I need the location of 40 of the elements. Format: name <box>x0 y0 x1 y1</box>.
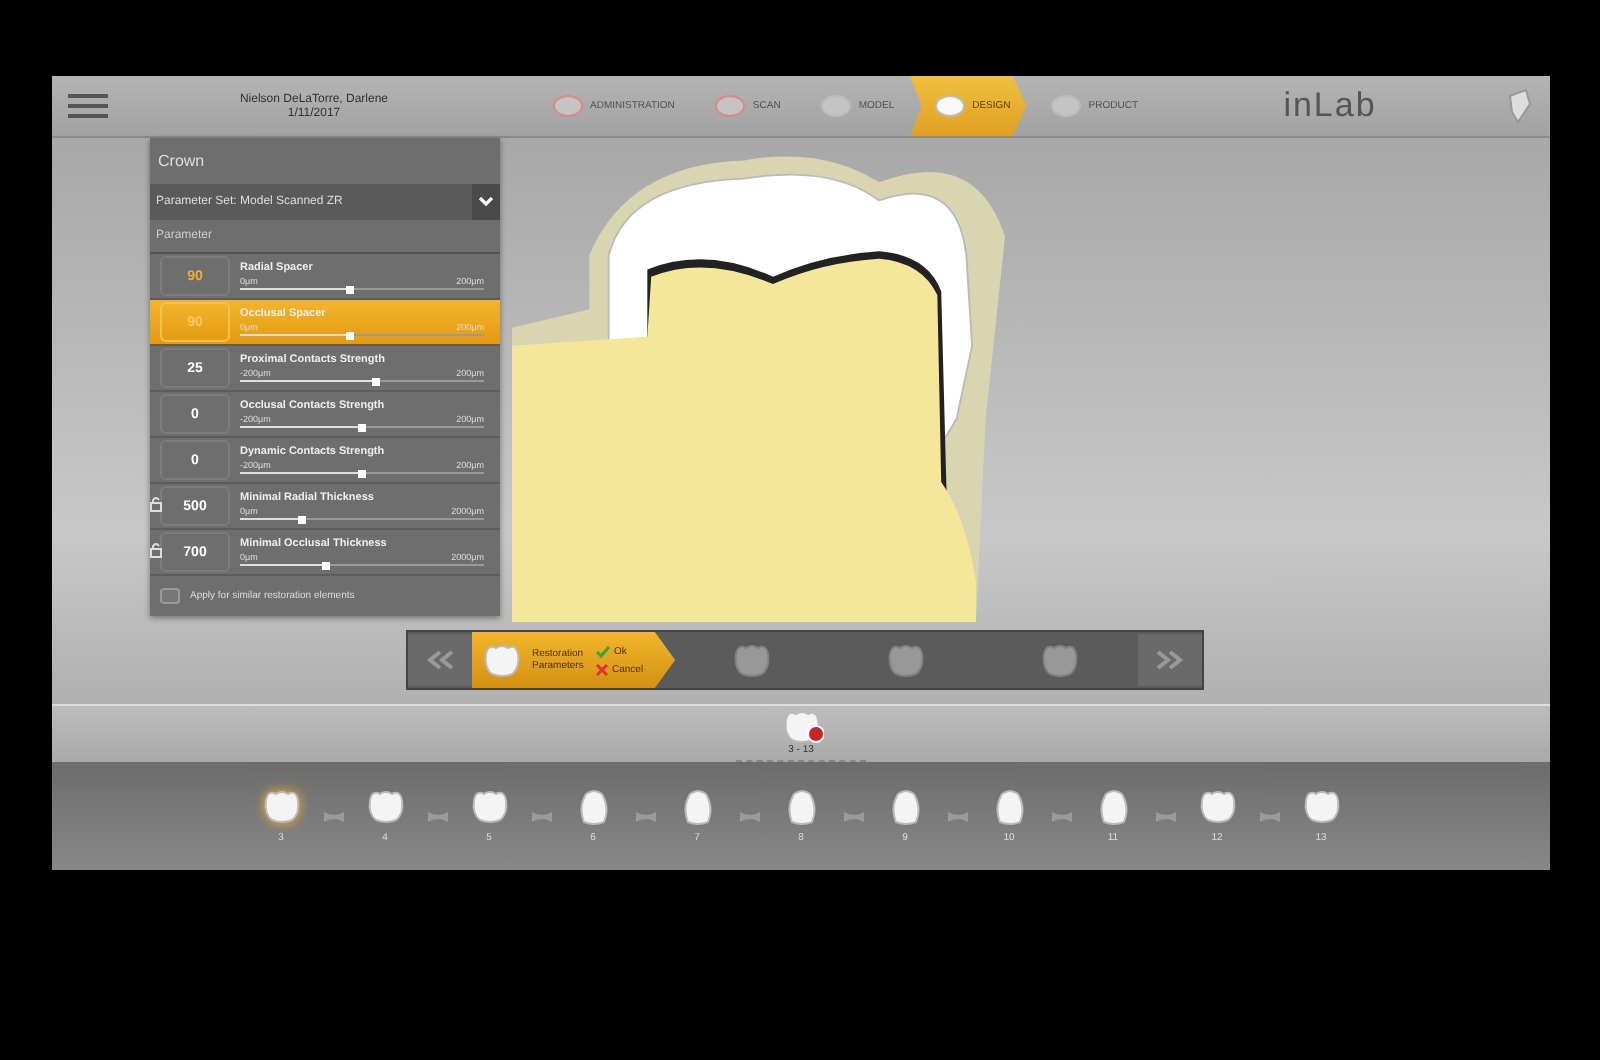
connector-icon[interactable] <box>737 807 761 825</box>
workflow-step-icon <box>714 92 747 120</box>
step-icon[interactable] <box>884 642 929 678</box>
connector-icon[interactable] <box>1153 807 1177 825</box>
workflow-step-icon <box>1050 92 1083 120</box>
connector-icon[interactable] <box>529 807 553 825</box>
double-chevron-right-icon <box>1154 649 1186 669</box>
panel-title: Crown <box>156 150 207 174</box>
menu-button[interactable] <box>68 90 112 122</box>
tool-icon[interactable] <box>1506 88 1534 124</box>
connector-icon[interactable] <box>1257 807 1281 825</box>
step-icon[interactable] <box>730 642 775 678</box>
tooth-icon <box>1195 788 1239 826</box>
connector-icon[interactable] <box>841 807 865 825</box>
check-icon <box>596 645 610 657</box>
teeth-group-icon[interactable] <box>779 707 823 743</box>
next-button[interactable] <box>1138 634 1202 686</box>
connector-icon[interactable] <box>633 807 657 825</box>
connector-icon[interactable] <box>945 807 969 825</box>
previous-button[interactable] <box>408 634 472 686</box>
tooth-icon <box>363 788 407 826</box>
tooth-icon <box>259 788 303 826</box>
brand-logo: inLab <box>1281 86 1379 126</box>
chevron-down-icon <box>478 196 494 208</box>
menu-icon <box>68 90 112 122</box>
tooth-icon <box>467 788 511 826</box>
apply-checkbox[interactable] <box>160 588 180 604</box>
double-chevron-left-icon <box>424 649 456 669</box>
step-icon[interactable] <box>1038 642 1083 678</box>
workflow-step-icon <box>934 92 967 120</box>
connector-icon[interactable] <box>1049 807 1073 825</box>
crown-icon <box>480 642 524 678</box>
connector-icon[interactable] <box>321 807 345 825</box>
workflow-step-icon <box>552 92 584 120</box>
connector-icon[interactable] <box>425 807 449 825</box>
workflow-step-icon <box>820 92 853 120</box>
lock-icon[interactable] <box>150 542 162 558</box>
tooth-icon <box>1299 788 1343 826</box>
cross-icon <box>596 663 608 675</box>
lock-icon[interactable] <box>150 496 162 512</box>
